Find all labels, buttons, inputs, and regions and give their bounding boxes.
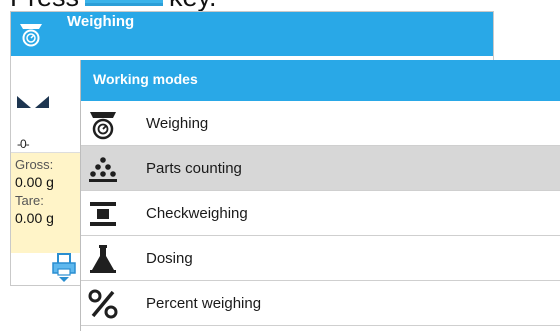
tare-value: 0.00 g: [15, 210, 54, 226]
instruction-text: Presskey.: [10, 0, 217, 11]
dosing-icon: [90, 245, 116, 273]
gross-value: 0.00 g: [15, 174, 54, 190]
mode-item-weighing[interactable]: Weighing: [81, 101, 560, 146]
mode-label-checkweighing: Checkweighing: [146, 205, 248, 222]
weighing-header: Weighing: [11, 12, 493, 56]
working-modes-menu: Working modes Weighing Parts counting Ch…: [80, 60, 560, 331]
mode-label-dosing: Dosing: [146, 250, 193, 267]
tare-label: Tare:: [15, 193, 44, 208]
printer-icon[interactable]: [51, 253, 77, 283]
mode-label-parts-counting: Parts counting: [146, 160, 242, 177]
mode-label-percent-weighing: Percent weighing: [146, 295, 262, 312]
mode-item-parts-counting[interactable]: Parts counting: [81, 146, 560, 191]
screenshot-root: Presskey. Weighing -0- Gross: 0.00 g Tar…: [0, 0, 560, 331]
weighing-icon: [90, 112, 116, 140]
stable-icon: [17, 96, 49, 108]
working-modes-header: Working modes: [81, 60, 560, 101]
parts-counting-icon: [89, 157, 117, 182]
mode-item-checkweighing[interactable]: Checkweighing: [81, 191, 560, 236]
weighing-title: Weighing: [67, 13, 135, 30]
mode-label-weighing: Weighing: [146, 115, 209, 132]
checkweighing-icon: [90, 202, 116, 226]
percent-weighing-icon: [88, 289, 118, 319]
scale-icon[interactable]: [19, 21, 43, 47]
mode-item-dosing[interactable]: Dosing: [81, 236, 560, 281]
gross-label: Gross:: [15, 157, 54, 172]
gross-tare-panel: Gross: 0.00 g Tare: 0.00 g: [11, 152, 89, 253]
zero-indicator: -0-: [17, 137, 30, 151]
working-modes-title: Working modes: [93, 71, 198, 87]
key-graphic: [85, 0, 164, 6]
mode-item-percent-weighing[interactable]: Percent weighing: [81, 281, 560, 326]
